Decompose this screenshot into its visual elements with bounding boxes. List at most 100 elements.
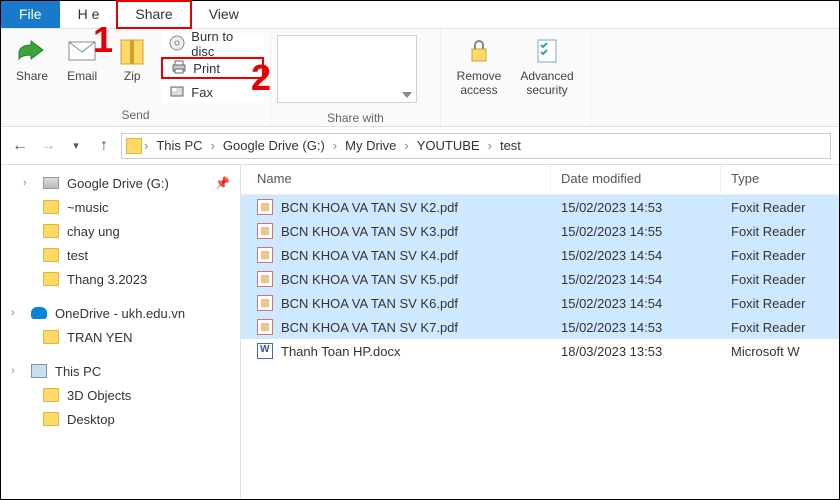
file-row[interactable]: BCN KHOA VA TAN SV K3.pdf15/02/2023 14:5… [241, 219, 839, 243]
sidebar-item[interactable]: ~music [1, 195, 240, 219]
folder-icon [43, 224, 59, 238]
print-button[interactable]: Print [161, 57, 264, 79]
sidebar-item-label: Thang 3.2023 [67, 272, 147, 287]
print-label: Print [193, 61, 220, 76]
disc-icon [169, 35, 185, 54]
menubar: File H e Share View [1, 1, 839, 29]
folder-icon [43, 248, 59, 262]
sidebar-item-label: OneDrive - ukh.edu.vn [55, 306, 185, 321]
printer-icon [171, 59, 187, 78]
file-name: BCN KHOA VA TAN SV K4.pdf [281, 248, 458, 263]
email-button[interactable]: Email [57, 33, 107, 83]
chevron-right-icon: › [144, 138, 148, 153]
remove-access-button[interactable]: Remove access [447, 33, 511, 97]
share-label: Share [16, 69, 48, 83]
fax-label: Fax [191, 85, 213, 100]
share-with-label: Share with [271, 109, 440, 129]
pdf-icon [257, 295, 273, 311]
share-button[interactable]: Share [7, 33, 57, 83]
share-with-gallery[interactable] [277, 35, 417, 103]
back-button[interactable]: ← [9, 135, 31, 157]
file-type: Foxit Reader [721, 272, 839, 287]
share-icon [16, 35, 48, 67]
sidebar-item[interactable]: › OneDrive - ukh.edu.vn [1, 301, 240, 325]
burn-label: Burn to disc [191, 29, 256, 59]
file-row[interactable]: BCN KHOA VA TAN SV K4.pdf 15/02/2023 14:5… [241, 243, 839, 267]
lock-icon [463, 35, 495, 67]
file-date: 15/02/2023 14:54 [551, 272, 721, 287]
sidebar-item[interactable]: 3D Objects [1, 383, 240, 407]
menu-file[interactable]: File [1, 1, 60, 28]
advanced-security-button[interactable]: Advanced security [511, 33, 583, 97]
sidebar: ›Google Drive (G:)📌 ~music chay ung test Tha… [1, 165, 241, 499]
expand-icon[interactable]: › [11, 307, 23, 319]
folder-icon [43, 272, 59, 286]
sidebar-item[interactable]: test [1, 243, 240, 267]
fax-icon [169, 83, 185, 102]
sidebar-item-label: ~music [67, 200, 109, 215]
file-date: 15/02/2023 14:53 [551, 320, 721, 335]
up-button[interactable]: ↑ [93, 135, 115, 157]
sidebar-item[interactable]: ›Google Drive (G:)📌 [1, 171, 240, 195]
sidebar-item[interactable]: Desktop [1, 407, 240, 431]
expand-icon[interactable]: › [11, 365, 23, 377]
zip-button[interactable]: Zip [107, 33, 157, 83]
breadcrumb-item[interactable]: YOUTUBE [411, 138, 486, 153]
chevron-right-icon: › [333, 138, 337, 153]
breadcrumb-item[interactable]: This PC [150, 138, 208, 153]
sidebar-item-label: chay ung [67, 224, 120, 239]
address-bar[interactable]: › This PC › Google Drive (G:) › My Drive… [121, 133, 831, 159]
file-type: Foxit Reader [721, 200, 839, 215]
email-icon [66, 35, 98, 67]
send-group-label: Send [1, 106, 270, 126]
chevron-right-icon: › [404, 138, 408, 153]
file-row[interactable]: BCN KHOA VA TAN SV K2.pdf15/02/2023 14:5… [241, 195, 839, 219]
file-type: Foxit Reader [721, 320, 839, 335]
menu-home[interactable]: H e [60, 1, 118, 28]
file-date: 18/03/2023 13:53 [551, 344, 721, 359]
burn-to-disc-button[interactable]: Burn to disc [161, 33, 264, 55]
file-type: Foxit Reader [721, 248, 839, 263]
navbar: ← → ▾ ↑ › This PC › Google Drive (G:) › … [1, 127, 839, 165]
breadcrumb-item[interactable]: test [494, 138, 527, 153]
zip-icon [116, 35, 148, 67]
chevron-right-icon: › [211, 138, 215, 153]
file-list: Name Date modified Type BCN KHOA VA TAN … [241, 165, 839, 499]
fax-button[interactable]: Fax [161, 81, 264, 103]
sidebar-item[interactable]: ›This PC [1, 359, 240, 383]
file-row[interactable]: BCN KHOA VA TAN SV K6.pdf15/02/2023 14:5… [241, 291, 839, 315]
menu-share[interactable]: Share [117, 1, 190, 28]
chevron-right-icon: › [488, 138, 492, 153]
pin-icon: 📌 [215, 176, 230, 190]
folder-icon [126, 138, 142, 154]
menu-view[interactable]: View [191, 1, 257, 28]
sidebar-item[interactable]: chay ung [1, 219, 240, 243]
file-name: BCN KHOA VA TAN SV K7.pdf [281, 320, 458, 335]
file-name: BCN KHOA VA TAN SV K5.pdf [281, 272, 458, 287]
file-date: 15/02/2023 14:54 [551, 248, 721, 263]
folder-icon [43, 412, 59, 426]
file-row[interactable]: Thanh Toan HP.docx18/03/2023 13:53Micros… [241, 339, 839, 363]
sidebar-item[interactable]: TRAN YEN [1, 325, 240, 349]
sidebar-item[interactable]: Thang 3.2023 [1, 267, 240, 291]
breadcrumb-item[interactable]: My Drive [339, 138, 402, 153]
security-group-label [441, 120, 590, 126]
column-name[interactable]: Name [241, 165, 551, 194]
column-date[interactable]: Date modified [551, 165, 721, 194]
recent-dropdown[interactable]: ▾ [65, 135, 87, 157]
folder-icon [43, 388, 59, 402]
columns-header: Name Date modified Type [241, 165, 839, 195]
file-row[interactable]: BCN KHOA VA TAN SV K7.pdf 15/02/2023 14:5… [241, 315, 839, 339]
sidebar-item-label: test [67, 248, 88, 263]
file-type: Microsoft W [721, 344, 839, 359]
breadcrumb-item[interactable]: Google Drive (G:) [217, 138, 331, 153]
forward-button[interactable]: → [37, 135, 59, 157]
file-row[interactable]: BCN KHOA VA TAN SV K5.pdf 15/02/2023 14:5… [241, 267, 839, 291]
ribbon: Share Email Zip Burn to disc Print [1, 29, 839, 127]
pdf-icon [257, 223, 273, 239]
zip-label: Zip [124, 69, 141, 83]
remove-access-label: Remove access [457, 69, 502, 97]
column-type[interactable]: Type [721, 165, 839, 194]
pdf-icon [257, 247, 273, 263]
expand-icon[interactable]: › [23, 177, 35, 189]
